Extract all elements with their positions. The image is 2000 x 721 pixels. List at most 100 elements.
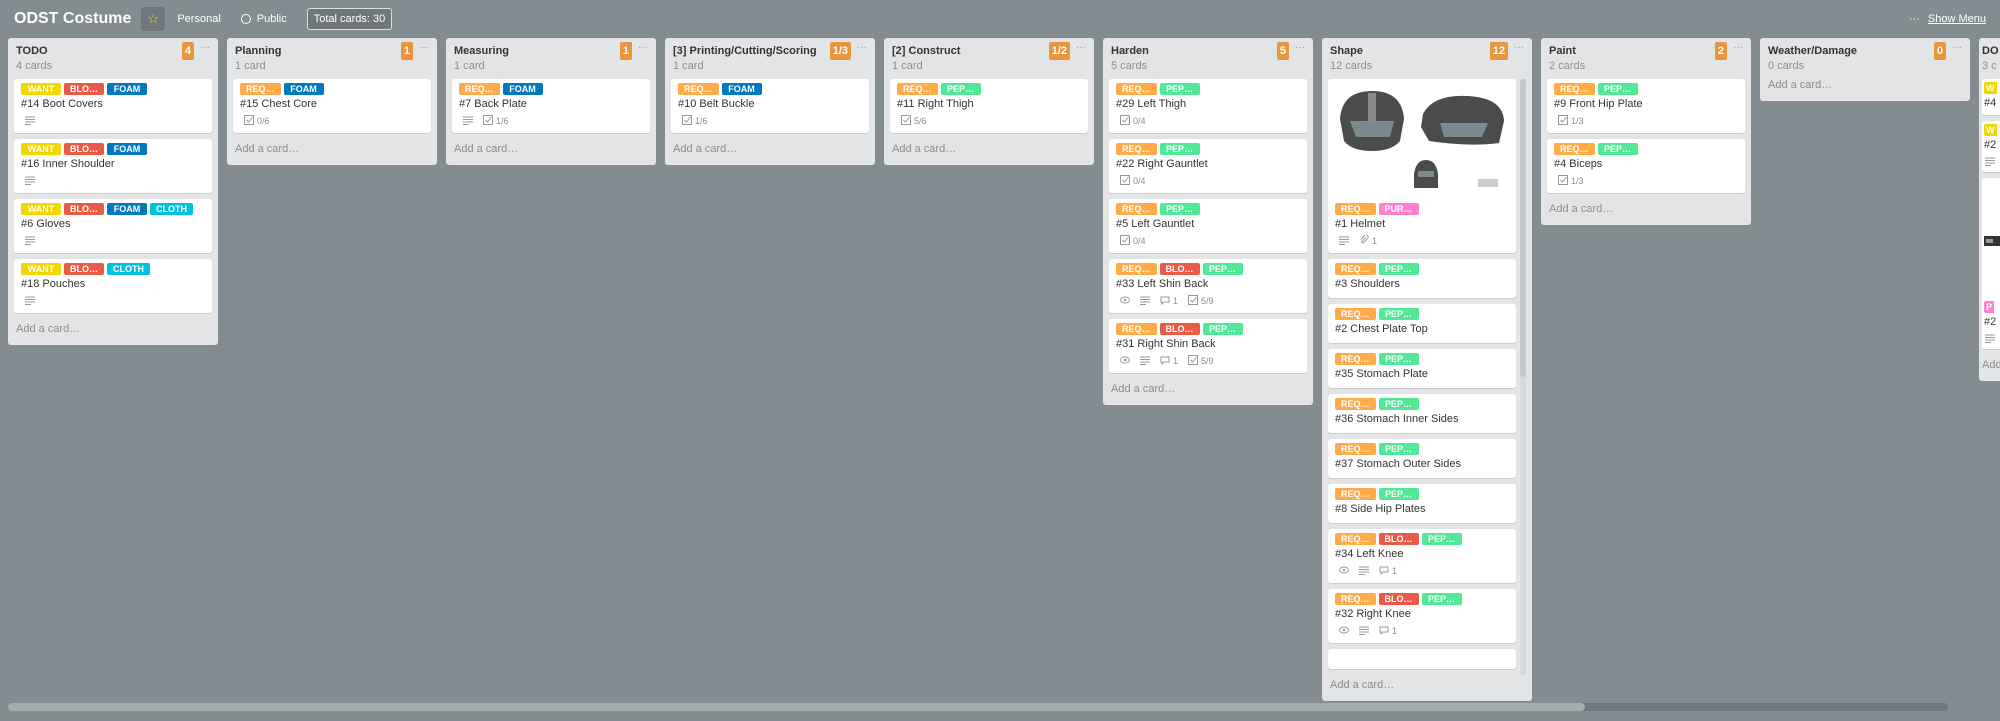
list-menu-icon[interactable]: ··· — [638, 42, 648, 53]
label-yellow[interactable]: WANT — [21, 143, 61, 155]
label-orange[interactable]: REQ… — [678, 83, 719, 95]
label-orange[interactable]: REQ… — [1116, 83, 1157, 95]
list-menu-icon[interactable]: ··· — [857, 42, 867, 53]
card[interactable]: WANT BLO… FOAM #16 Inner Shoulder — [14, 139, 212, 193]
label-green[interactable]: PEP… — [1159, 83, 1200, 95]
add-card-button[interactable]: Add a card… — [1328, 675, 1526, 701]
label-orange[interactable]: REQ… — [1335, 353, 1376, 365]
list-menu-icon[interactable]: ··· — [1514, 42, 1524, 53]
label-green[interactable]: PEP… — [1421, 533, 1462, 545]
list-menu-icon[interactable]: ··· — [1076, 42, 1086, 53]
label-red[interactable]: BLO… — [64, 83, 104, 95]
label-orange[interactable]: REQ… — [1335, 398, 1376, 410]
card[interactable]: REQ… PEP… #9 Front Hip Plate 1/3 — [1547, 79, 1745, 133]
list-menu-icon[interactable]: ··· — [419, 42, 429, 53]
label-orange[interactable]: REQ… — [1116, 263, 1157, 275]
card[interactable]: REQ… PEP… #5 Left Gauntlet 0/4 — [1109, 199, 1307, 253]
card[interactable]: REQ… FOAM #7 Back Plate 1/6 — [452, 79, 650, 133]
label-green[interactable]: PEP… — [1378, 443, 1419, 455]
public-button[interactable]: Public — [240, 13, 287, 25]
list-menu-icon[interactable]: ··· — [1952, 42, 1962, 53]
horizontal-scrollbar[interactable] — [8, 703, 1948, 711]
card[interactable]: REQ… PEP… #11 Right Thigh 5/6 — [890, 79, 1088, 133]
card[interactable]: W #2 — [1982, 121, 2000, 172]
list-menu-icon[interactable]: ··· — [200, 42, 210, 53]
label-green[interactable]: PEP… — [1597, 83, 1638, 95]
label-yellow[interactable]: W — [1984, 82, 1997, 94]
list-menu-icon[interactable]: ··· — [1733, 42, 1743, 53]
label-blue[interactable]: FOAM — [283, 83, 324, 95]
add-card-button[interactable]: Add a card… — [233, 139, 431, 165]
label-yellow[interactable]: WANT — [21, 83, 61, 95]
label-green[interactable]: PEP… — [1159, 143, 1200, 155]
label-yellow[interactable]: WANT — [21, 263, 61, 275]
label-blue[interactable]: FOAM — [721, 83, 762, 95]
card[interactable]: REQ… BLO… PEP… #32 Right Knee 1 — [1328, 589, 1516, 643]
label-sky[interactable]: CLOTH — [107, 263, 150, 275]
card[interactable]: WANT BLO… FOAM CLOTH #6 Gloves — [14, 199, 212, 253]
card[interactable]: REQ… FOAM #15 Chest Core 0/6 — [233, 79, 431, 133]
label-green[interactable]: PEP… — [1159, 203, 1200, 215]
label-green[interactable]: PEP… — [1202, 263, 1243, 275]
label-orange[interactable]: REQ… — [459, 83, 500, 95]
personal-button[interactable]: Personal — [177, 13, 220, 25]
label-green[interactable]: PEP… — [1378, 488, 1419, 500]
card[interactable]: REQ… PEP… #4 Biceps 1/3 — [1547, 139, 1745, 193]
card[interactable]: W #4 — [1982, 79, 2000, 115]
label-orange[interactable]: REQ… — [1554, 143, 1595, 155]
board-title[interactable]: ODST Costume — [14, 10, 131, 28]
add-card-button[interactable]: Add a card… — [890, 139, 1088, 165]
show-menu-button[interactable]: ··· Show Menu — [1909, 13, 1986, 25]
label-green[interactable]: PEP… — [1597, 143, 1638, 155]
add-card-button[interactable]: Add a card… — [1766, 79, 1964, 101]
label-green[interactable]: PEP… — [1202, 323, 1243, 335]
label-orange[interactable]: REQ… — [1335, 203, 1376, 215]
scrollbar-thumb[interactable] — [8, 703, 1585, 711]
label-orange[interactable]: REQ… — [1554, 83, 1595, 95]
label-orange[interactable]: REQ… — [1116, 143, 1157, 155]
label-red[interactable]: BLO… — [1378, 533, 1419, 545]
label-orange[interactable]: REQ… — [1335, 488, 1376, 500]
card[interactable]: REQ… PEP… #35 Stomach Plate — [1328, 349, 1516, 388]
add-card-button[interactable]: Add a card… — [1547, 199, 1745, 225]
label-orange[interactable]: REQ… — [897, 83, 938, 95]
label-blue[interactable]: FOAM — [107, 203, 147, 215]
label-blue[interactable]: FOAM — [502, 83, 543, 95]
card[interactable]: REQ… PUR… #1 Helmet 1 — [1328, 79, 1516, 253]
card[interactable]: REQ… PEP… #22 Right Gauntlet 0/4 — [1109, 139, 1307, 193]
card[interactable]: WANT BLO… FOAM #14 Boot Covers — [14, 79, 212, 133]
label-orange[interactable]: REQ… — [1335, 593, 1376, 605]
card[interactable] — [1328, 649, 1516, 669]
card[interactable]: REQ… PEP… #8 Side Hip Plates — [1328, 484, 1516, 523]
add-card-button[interactable]: Add a card… — [452, 139, 650, 165]
card[interactable]: REQ… BLO… PEP… #31 Right Shin Back 1 5/9 — [1109, 319, 1307, 373]
label-red[interactable]: BLO… — [64, 203, 104, 215]
label-orange[interactable]: REQ… — [1335, 263, 1376, 275]
label-green[interactable]: PEP… — [1378, 398, 1419, 410]
add-card-button[interactable]: Add a card… — [14, 319, 212, 345]
label-green[interactable]: PEP… — [1421, 593, 1462, 605]
scrollbar-thumb[interactable] — [1520, 79, 1526, 377]
label-yellow[interactable]: WANT — [21, 203, 61, 215]
vertical-scrollbar[interactable] — [1520, 79, 1526, 675]
label-orange[interactable]: REQ… — [240, 83, 281, 95]
list-title[interactable]: DO — [1982, 45, 2000, 57]
label-green[interactable]: PEP… — [1378, 353, 1419, 365]
card[interactable]: WANT BLO… CLOTH #18 Pouches — [14, 259, 212, 313]
label-red[interactable]: BLO… — [1159, 323, 1200, 335]
label-orange[interactable]: REQ… — [1335, 533, 1376, 545]
add-card-button[interactable]: Add — [1982, 355, 2000, 381]
label-red[interactable]: BLO… — [64, 143, 104, 155]
label-orange[interactable]: REQ… — [1116, 323, 1157, 335]
label-red[interactable]: BLO… — [64, 263, 104, 275]
total-cards-badge[interactable]: Total cards: 30 — [306, 8, 393, 30]
label-red[interactable]: BLO… — [1378, 593, 1419, 605]
label-pink[interactable]: PUR… — [1378, 203, 1419, 215]
label-green[interactable]: PEP… — [940, 83, 981, 95]
label-green[interactable]: PEP… — [1378, 308, 1419, 320]
card[interactable]: P #2 — [1982, 178, 2000, 349]
label-blue[interactable]: FOAM — [107, 143, 147, 155]
label-red[interactable]: BLO… — [1159, 263, 1200, 275]
card[interactable]: REQ… PEP… #36 Stomach Inner Sides — [1328, 394, 1516, 433]
card[interactable]: REQ… PEP… #3 Shoulders — [1328, 259, 1516, 298]
